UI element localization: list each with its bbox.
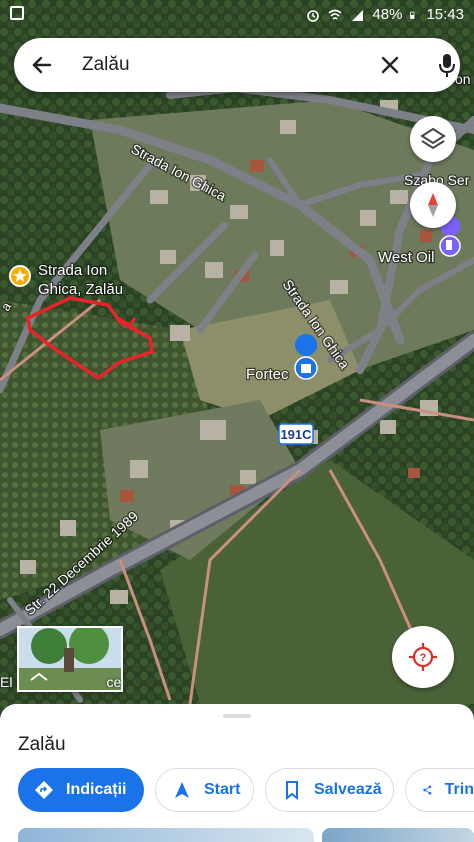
close-icon[interactable]: [376, 51, 404, 79]
bookmark-icon: [286, 781, 298, 800]
back-arrow-icon[interactable]: [28, 51, 56, 79]
my-location-button[interactable]: ?: [392, 626, 454, 688]
place-label: Fortec: [246, 366, 289, 383]
location-unknown-icon: ?: [409, 643, 437, 671]
share-icon: [423, 785, 432, 795]
gallery-icon: [10, 6, 24, 20]
status-bar: 48% 15:43: [0, 0, 474, 30]
signal-icon: [352, 9, 364, 21]
start-button[interactable]: Start: [155, 768, 254, 812]
mic-icon[interactable]: [432, 50, 462, 80]
search-bar[interactable]: Zalău: [14, 38, 460, 92]
share-button[interactable]: Trin: [405, 768, 474, 812]
layers-button[interactable]: [410, 116, 456, 162]
battery-level: 48%: [372, 6, 403, 23]
save-button[interactable]: Salvează: [265, 768, 394, 812]
photo-strip[interactable]: [0, 828, 474, 842]
photo-thumbnail[interactable]: [322, 828, 474, 842]
place-sheet[interactable]: Zalău Indicații Start Salvează Trin: [0, 704, 474, 842]
search-query[interactable]: Zalău: [82, 54, 130, 76]
battery-icon: [410, 11, 415, 19]
place-title: Zalău: [18, 734, 66, 755]
compass-button[interactable]: [410, 182, 456, 228]
layers-icon: [420, 127, 446, 150]
pinned-place-line1: Strada Ion: [38, 262, 107, 279]
svg-text:191C: 191C: [280, 427, 312, 442]
sheet-drag-handle[interactable]: [223, 714, 251, 718]
directions-button[interactable]: Indicații: [18, 768, 144, 812]
directions-icon: [35, 781, 53, 799]
photo-thumbnail[interactable]: [18, 828, 314, 842]
compass-icon: [428, 193, 438, 217]
navigation-arrow-icon: [175, 782, 189, 798]
street-view-caption: El ce: [0, 674, 122, 690]
place-label: West Oil: [378, 249, 434, 266]
clock: 15:43: [426, 6, 464, 23]
pinned-place-line2: Ghica, Zalău: [38, 281, 123, 298]
svg-text:?: ?: [420, 652, 427, 664]
alarm-icon: [307, 9, 320, 22]
wifi-icon: [328, 9, 342, 20]
road-shield: 191C: [278, 423, 314, 445]
